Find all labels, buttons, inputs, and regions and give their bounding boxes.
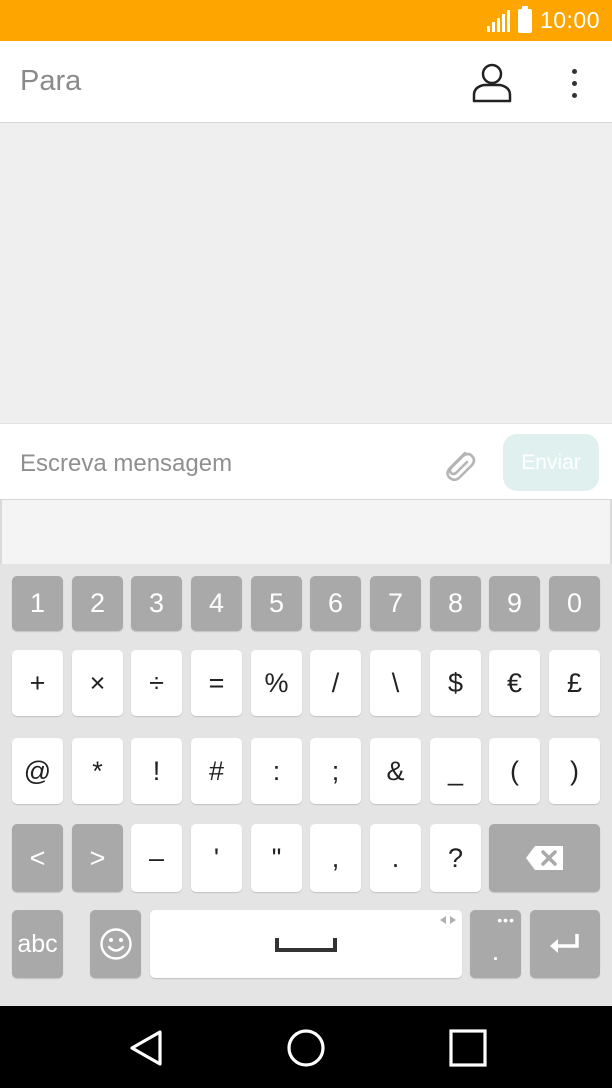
recents-square-icon	[449, 1029, 487, 1067]
person-icon	[472, 63, 512, 103]
key-percent[interactable]: %	[251, 650, 302, 716]
backspace-key[interactable]	[489, 824, 600, 892]
key-pound[interactable]: £	[549, 650, 600, 716]
key-4[interactable]: 4	[191, 576, 242, 631]
key-divide[interactable]: ÷	[131, 650, 182, 716]
back-button[interactable]	[124, 1026, 168, 1070]
key-hash[interactable]: #	[191, 738, 242, 804]
key-dash[interactable]: –	[131, 824, 182, 892]
key-3[interactable]: 3	[131, 576, 182, 631]
navigation-bar	[0, 1006, 612, 1088]
key-period[interactable]: .	[370, 824, 421, 892]
abc-key[interactable]: abc	[12, 910, 63, 978]
key-equals[interactable]: =	[191, 650, 242, 716]
space-key[interactable]	[150, 910, 462, 978]
key-less-than[interactable]: <	[12, 824, 63, 892]
emoji-key[interactable]	[90, 910, 141, 978]
key-plus[interactable]: +	[12, 650, 63, 716]
key-dollar[interactable]: $	[430, 650, 481, 716]
home-button[interactable]	[284, 1026, 328, 1070]
enter-key[interactable]	[530, 910, 600, 978]
recipient-input[interactable]: Para	[20, 65, 81, 98]
home-circle-icon	[287, 1029, 325, 1067]
key-colon[interactable]: :	[251, 738, 302, 804]
cursor-arrows-icon	[440, 916, 456, 924]
attach-button[interactable]	[438, 444, 478, 484]
key-slash[interactable]: /	[310, 650, 361, 716]
clock: 10:00	[539, 7, 600, 33]
key-comma[interactable]: ,	[310, 824, 361, 892]
key-0[interactable]: 0	[549, 576, 600, 631]
key-question[interactable]: ?	[430, 824, 481, 892]
key-5[interactable]: 5	[251, 576, 302, 631]
more-options-button[interactable]	[560, 61, 588, 105]
key-7[interactable]: 7	[370, 576, 421, 631]
dot-key[interactable]: . •••	[470, 910, 521, 978]
key-open-paren[interactable]: (	[489, 738, 540, 804]
more-dots-icon: •••	[497, 912, 515, 928]
enter-icon	[550, 934, 579, 953]
recents-button[interactable]	[446, 1026, 490, 1070]
recipient-toolbar: Para	[0, 41, 612, 123]
key-9[interactable]: 9	[489, 576, 540, 631]
contacts-button[interactable]	[470, 61, 514, 105]
key-at[interactable]: @	[12, 738, 63, 804]
key-close-paren[interactable]: )	[549, 738, 600, 804]
conversation-area	[0, 123, 612, 423]
symbol-keyboard: 1 2 3 4 5 6 7 8 9 0 + × ÷ = % / \ $ € £ …	[0, 564, 612, 1006]
status-bar: 10:00	[0, 0, 612, 41]
key-apostrophe[interactable]: '	[191, 824, 242, 892]
signal-icon	[486, 9, 510, 32]
key-underscore[interactable]: _	[430, 738, 481, 804]
key-greater-than[interactable]: >	[72, 824, 123, 892]
key-1[interactable]: 1	[12, 576, 63, 631]
backspace-icon	[525, 846, 563, 870]
back-triangle-icon	[130, 1030, 162, 1066]
message-input[interactable]: Escreva mensagem	[20, 450, 232, 478]
key-quote[interactable]: "	[251, 824, 302, 892]
paperclip-icon	[446, 451, 476, 482]
smiley-icon	[99, 928, 132, 960]
key-8[interactable]: 8	[430, 576, 481, 631]
compose-bar: Escreva mensagem Enviar	[0, 423, 612, 500]
key-asterisk[interactable]: *	[72, 738, 123, 804]
key-euro[interactable]: €	[489, 650, 540, 716]
status-icons: 10:00	[486, 0, 600, 41]
key-semicolon[interactable]: ;	[310, 738, 361, 804]
key-2[interactable]: 2	[72, 576, 123, 631]
send-button[interactable]: Enviar	[503, 434, 599, 491]
key-ampersand[interactable]: &	[370, 738, 421, 804]
dot-key-label: .	[491, 935, 500, 966]
key-exclamation[interactable]: !	[131, 738, 182, 804]
more-vert-icon	[571, 68, 577, 74]
key-6[interactable]: 6	[310, 576, 361, 631]
battery-icon	[517, 5, 532, 33]
suggestion-strip	[0, 500, 612, 564]
key-multiply[interactable]: ×	[72, 650, 123, 716]
space-icon	[275, 938, 337, 952]
key-backslash[interactable]: \	[370, 650, 421, 716]
